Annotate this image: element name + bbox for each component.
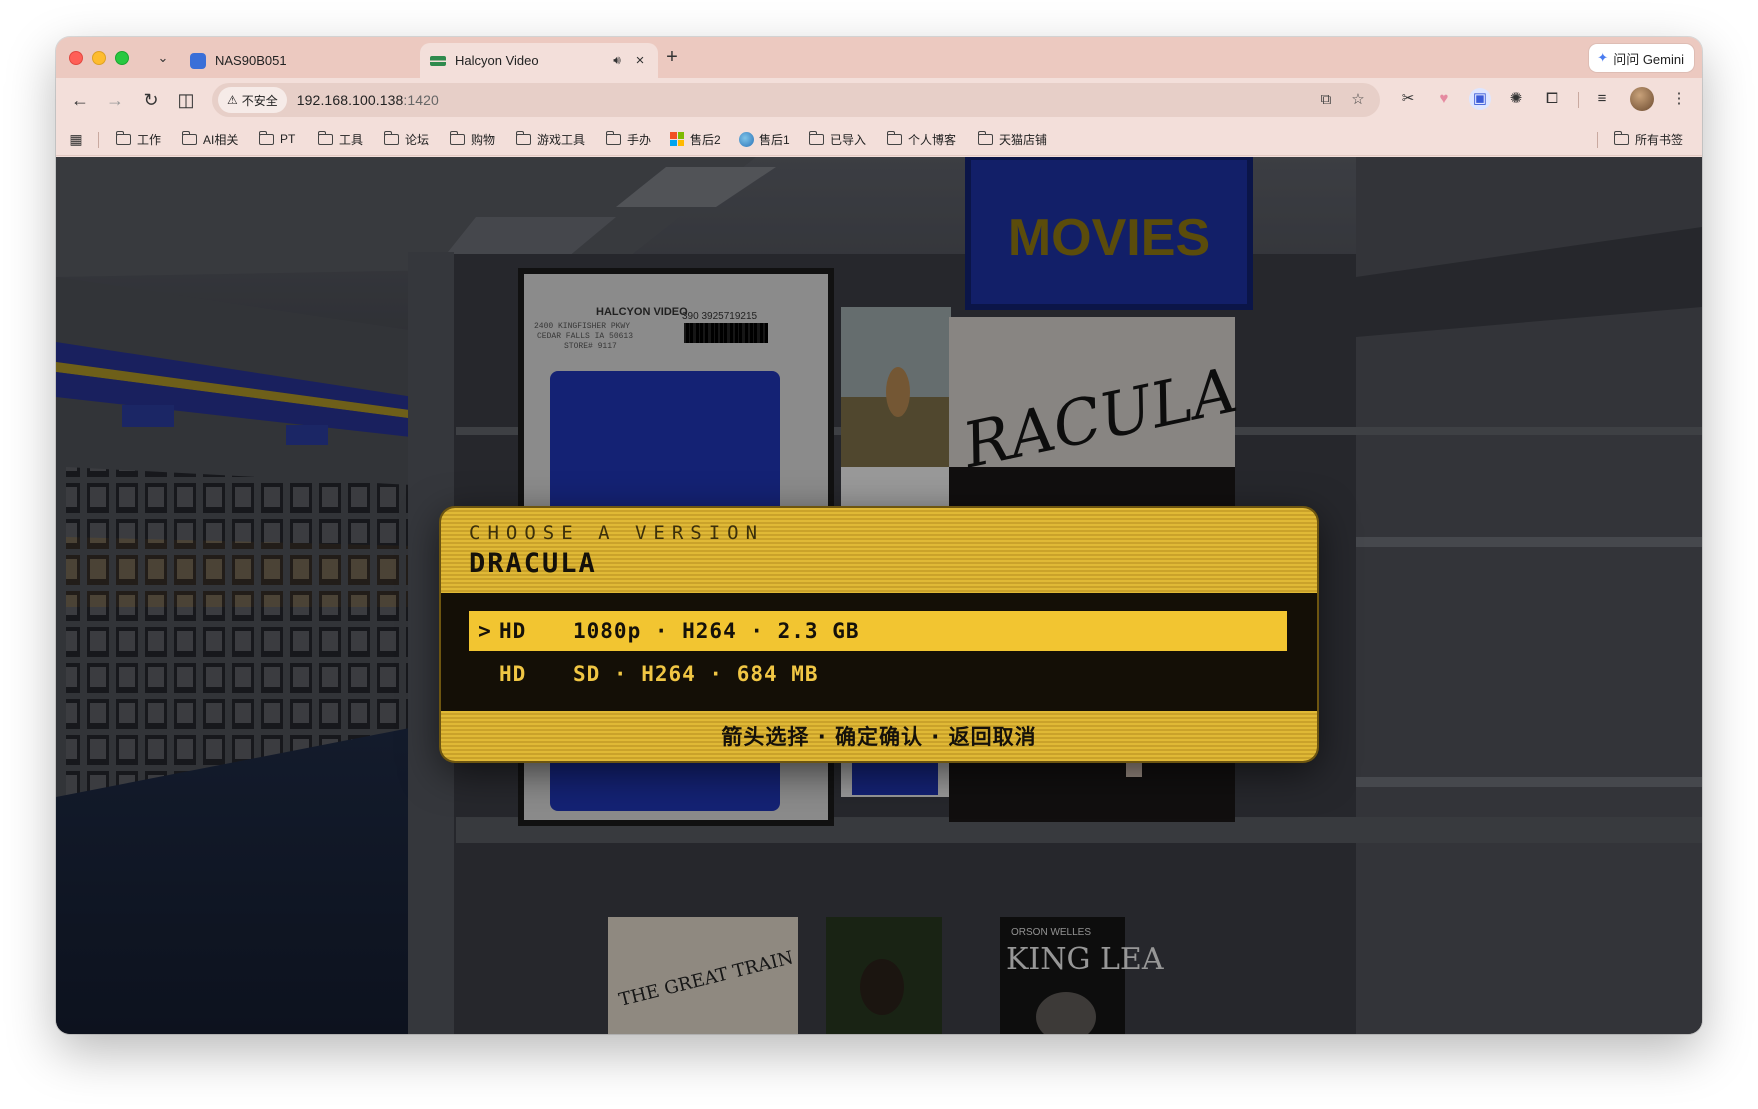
version-option-1080p[interactable]: > HD 1080p · H264 · 2.3 GB bbox=[469, 611, 1287, 651]
profile-avatar[interactable] bbox=[1630, 87, 1654, 111]
url-host: 192.168.100.138 bbox=[296, 92, 404, 108]
security-label: 不安全 bbox=[241, 93, 278, 108]
url-port: :1420 bbox=[403, 92, 439, 108]
url-text[interactable]: 192.168.100.138:1420 bbox=[297, 92, 439, 108]
tab-title: Halcyon Video bbox=[455, 53, 539, 68]
reload-icon[interactable]: ↻ bbox=[139, 88, 163, 112]
minimize-window-button[interactable] bbox=[92, 51, 106, 65]
folder-icon bbox=[181, 130, 197, 145]
zoom-window-button[interactable] bbox=[115, 51, 129, 65]
bookmarks-bar: ▦ 工作 AI相关 PT 工具 论坛 购物 游戏工具 手办 售后2 售后1 已导… bbox=[56, 122, 1702, 156]
folder-icon bbox=[886, 130, 902, 145]
choose-version-dialog: CHOOSE A VERSION DRACULA > HD 1080p · H2… bbox=[441, 508, 1317, 761]
bookmark-label: AI相关 bbox=[203, 132, 239, 147]
new-tab-button[interactable]: + bbox=[660, 46, 684, 70]
version-tier-label: HD bbox=[499, 619, 527, 643]
nas-favicon-icon bbox=[190, 52, 206, 69]
split-view-icon[interactable]: ◫ bbox=[174, 88, 198, 112]
selection-cursor: > bbox=[478, 619, 492, 643]
bookmark-label: 个人博客 bbox=[908, 132, 957, 147]
extension-openai-icon[interactable]: ✺ bbox=[1505, 88, 1527, 110]
bookmark-label: 游戏工具 bbox=[537, 132, 586, 147]
tab-halcyon-video[interactable]: Halcyon Video 🔊︎ × bbox=[420, 43, 658, 78]
microsoft-logo-icon bbox=[670, 132, 684, 146]
extension-pink-icon[interactable]: ♥ bbox=[1433, 88, 1455, 110]
folder-icon bbox=[605, 130, 621, 145]
site-security-chip[interactable]: ⚠︎ 不安全 bbox=[218, 87, 287, 113]
bookmark-label: PT bbox=[280, 132, 296, 146]
address-bar[interactable]: ⚠︎ 不安全 192.168.100.138:1420 ⧉ ☆ bbox=[212, 83, 1380, 117]
bookmark-folder-shopping[interactable]: 购物 bbox=[449, 129, 496, 149]
bookmark-folder-forum[interactable]: 论坛 bbox=[383, 129, 430, 149]
dialog-header: CHOOSE A VERSION DRACULA bbox=[441, 508, 1317, 593]
folder-icon bbox=[808, 130, 824, 145]
forward-arrow-icon[interactable]: → bbox=[103, 88, 127, 112]
dialog-key-hint: 箭头选择 · 确定确认 · 返回取消 bbox=[441, 711, 1317, 761]
bookmark-aftersales-2[interactable]: 售后2 bbox=[670, 129, 721, 149]
page-viewport[interactable]: MOVIES HALCYON VIDEO 2400 KINGFISHER PKW… bbox=[56, 157, 1702, 1034]
more-menu-icon[interactable]: ⋮ bbox=[1668, 88, 1690, 110]
bookmark-folder-game-tools[interactable]: 游戏工具 bbox=[515, 129, 586, 149]
bookmark-folder-work[interactable]: 工作 bbox=[115, 129, 162, 149]
dialog-movie-title: DRACULA bbox=[469, 548, 597, 579]
tab-search-icon[interactable]: ⌄ bbox=[153, 48, 173, 68]
bookmarks-divider bbox=[98, 132, 99, 148]
bookmark-label: 购物 bbox=[471, 132, 496, 147]
gemini-label: 问问 Gemini bbox=[1613, 51, 1684, 67]
toolbar-divider bbox=[1578, 92, 1579, 108]
close-tab-icon[interactable]: × bbox=[632, 52, 648, 69]
bookmark-label: 已导入 bbox=[830, 132, 867, 147]
bookmark-folder-tools[interactable]: 工具 bbox=[317, 129, 364, 149]
bookmark-folder-imported[interactable]: 已导入 bbox=[808, 129, 867, 149]
warning-triangle-icon: ⚠︎ bbox=[227, 93, 238, 107]
tab-title: NAS90B051 bbox=[215, 53, 287, 68]
bookmark-folder-pt[interactable]: PT bbox=[258, 129, 296, 149]
close-window-button[interactable] bbox=[69, 51, 83, 65]
audio-playing-icon[interactable]: 🔊︎ bbox=[608, 53, 626, 68]
back-arrow-icon[interactable]: ← bbox=[68, 88, 92, 112]
apps-grid-icon[interactable]: ▦ bbox=[67, 130, 85, 148]
gemini-sparkle-icon: ✦ bbox=[1597, 50, 1609, 65]
tab-strip: ⌄ NAS90B051 × Halcyon Video 🔊︎ × + ✦ 问问 … bbox=[56, 37, 1702, 78]
bookmark-folder-blog[interactable]: 个人博客 bbox=[886, 129, 957, 149]
version-spec: SD · H264 · 684 MB bbox=[573, 662, 819, 686]
bookmark-aftersales-1[interactable]: 售后1 bbox=[739, 129, 790, 149]
folder-icon bbox=[515, 130, 531, 145]
bookmark-folder-tmall[interactable]: 天猫店铺 bbox=[977, 129, 1048, 149]
extension-blue-icon[interactable]: ▣ bbox=[1469, 88, 1491, 110]
version-spec: 1080p · H264 · 2.3 GB bbox=[573, 619, 860, 643]
folder-icon bbox=[115, 130, 131, 145]
extensions-puzzle-icon[interactable]: ⧠ bbox=[1541, 88, 1563, 110]
folder-icon bbox=[449, 130, 465, 145]
all-bookmarks-folder[interactable]: 所有书签 bbox=[1613, 129, 1684, 149]
version-tier-label: HD bbox=[499, 662, 527, 686]
dialog-kicker: CHOOSE A VERSION bbox=[469, 522, 765, 544]
toolbar: ← → ↻ ◫ ⚠︎ 不安全 192.168.100.138:1420 ⧉ ☆ … bbox=[56, 78, 1702, 122]
bookmark-label: 论坛 bbox=[405, 132, 430, 147]
bookmark-label: 工具 bbox=[339, 132, 364, 147]
folder-icon bbox=[977, 130, 993, 145]
translate-icon[interactable]: ⧉ bbox=[1316, 90, 1336, 110]
halcyon-favicon-icon bbox=[430, 55, 446, 66]
bookmark-label: 售后2 bbox=[690, 132, 721, 147]
reading-list-icon[interactable]: ≡ bbox=[1591, 88, 1613, 110]
bookmark-label: 手办 bbox=[627, 132, 652, 147]
ask-gemini-button[interactable]: ✦ 问问 Gemini bbox=[1589, 44, 1694, 72]
bookmark-label: 天猫店铺 bbox=[999, 132, 1048, 147]
bookmarks-divider bbox=[1597, 132, 1598, 148]
bookmark-folder-ai[interactable]: AI相关 bbox=[181, 129, 239, 149]
version-option-sd[interactable]: HD SD · H264 · 684 MB bbox=[469, 654, 1287, 694]
folder-icon bbox=[258, 130, 274, 145]
folder-icon bbox=[1613, 130, 1629, 145]
bookmark-label: 所有书签 bbox=[1635, 132, 1684, 147]
browser-window: ⌄ NAS90B051 × Halcyon Video 🔊︎ × + ✦ 问问 … bbox=[56, 37, 1702, 1034]
bookmark-label: 工作 bbox=[137, 132, 162, 147]
bookmark-folder-figures[interactable]: 手办 bbox=[605, 129, 652, 149]
folder-icon bbox=[383, 130, 399, 145]
extension-scissors-icon[interactable]: ✂ bbox=[1397, 88, 1419, 110]
bookmark-star-icon[interactable]: ☆ bbox=[1348, 90, 1368, 110]
globe-favicon-icon bbox=[739, 131, 754, 147]
folder-icon bbox=[317, 130, 333, 145]
bookmark-label: 售后1 bbox=[759, 132, 790, 147]
